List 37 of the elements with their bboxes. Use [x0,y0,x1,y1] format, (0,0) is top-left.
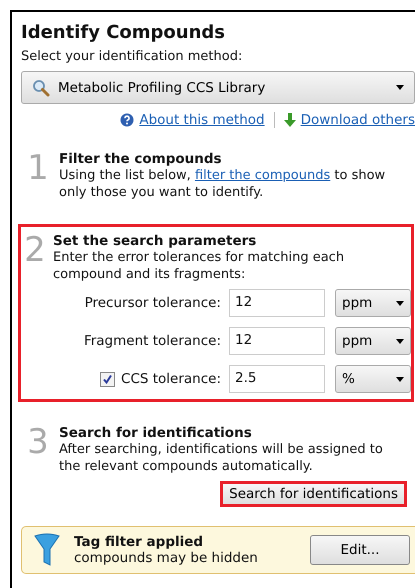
step-description: After searching, identifications will be assigned to the relevant compounds automatically. [59,441,384,475]
parameter-label: Fragment tolerance: [84,333,221,349]
step-title: Set the search parameters [53,233,258,249]
funnel-icon [34,533,60,567]
step-number: 1 [26,151,50,190]
method-link[interactable]: Download others [300,112,415,128]
notice-title: Tag filter applied [74,534,204,550]
tolerance-field[interactable]: 12 [229,289,325,317]
step-description: Enter the error tolerances for matching each compound and its fragments: [53,249,346,283]
search-icon [32,78,50,96]
tolerance-field[interactable]: 12 [229,327,325,355]
notice-message: compounds may be hidden [74,550,259,566]
method-link[interactable]: About this method [139,112,265,128]
step-title: Search for identifications [59,425,253,441]
caret-icon [396,338,404,344]
edit-button[interactable]: Edit... [310,535,410,565]
step-number: 3 [26,425,50,464]
panel-title: Identify Compounds [21,22,226,43]
search-button[interactable]: Search for identifications [220,481,407,507]
caret-icon [396,85,404,90]
method-dropdown[interactable]: Metabolic Profiling CCS Library [21,71,415,104]
step-title: Filter the compounds [59,151,223,167]
parameter-label: CCS tolerance: [121,371,221,387]
step-description: Using the list below, filter the compounds to show only those you want to identify. [59,167,386,201]
down-arrow-icon [284,113,296,127]
step-number: 2 [23,233,47,272]
unit-dropdown[interactable]: ppm [335,327,411,355]
unit-dropdown[interactable]: % [335,365,411,393]
help-icon [120,113,134,127]
filter-link[interactable]: filter the compounds [194,168,330,183]
caret-icon [396,376,404,382]
parameter-label: Precursor tolerance: [84,295,221,311]
checkbox[interactable] [100,372,116,386]
method-label: Select your identification method: [21,49,244,64]
caret-icon [396,300,404,306]
unit-dropdown[interactable]: ppm [335,289,411,317]
tolerance-field[interactable]: 2.5 [229,365,325,393]
